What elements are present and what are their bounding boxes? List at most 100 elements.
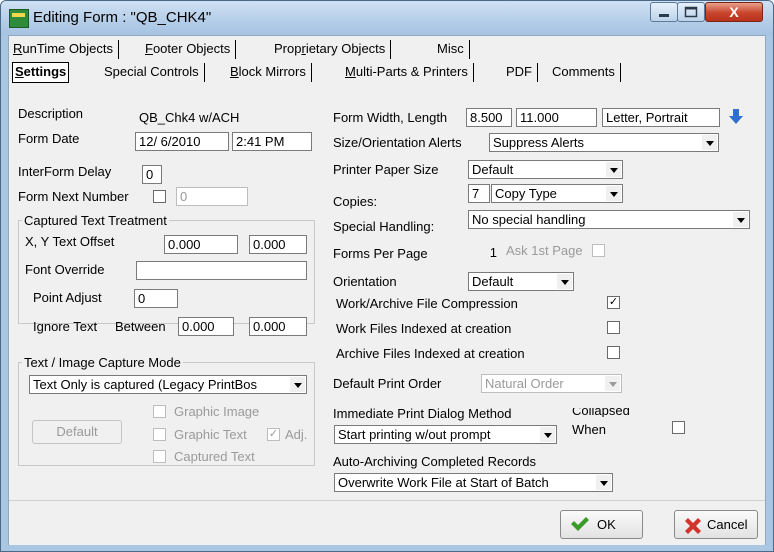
- form-width-field[interactable]: 8.500: [466, 108, 512, 127]
- dialog-client: RunTime Objects Footer Objects Proprieta…: [8, 35, 766, 545]
- tab-special-controls[interactable]: Special Controls: [104, 63, 205, 82]
- forms-per-page-field[interactable]: 1: [468, 243, 501, 262]
- immediate-print-value: Start printing w/out prompt: [338, 427, 491, 442]
- ignore-to-field[interactable]: 0.000: [249, 317, 307, 336]
- default-print-order-label: Default Print Order: [333, 376, 442, 391]
- immediate-print-label: Immediate Print Dialog Method: [333, 406, 512, 421]
- auto-archive-dropdown[interactable]: Overwrite Work File at Start of Batch: [334, 473, 613, 492]
- archive-indexed-checkbox[interactable]: [607, 346, 620, 359]
- tab-settings[interactable]: Settings: [12, 62, 70, 83]
- ignore-from-field[interactable]: 0.000: [178, 317, 234, 336]
- ok-label: OK: [597, 517, 616, 532]
- x-offset-field[interactable]: 0.000: [164, 235, 238, 254]
- form-next-number-field[interactable]: 0: [176, 187, 248, 206]
- form-length-field[interactable]: 11.000: [516, 108, 597, 127]
- tab-comments[interactable]: Comments: [552, 63, 621, 82]
- close-icon: X: [729, 4, 739, 20]
- description-label: Description: [18, 106, 84, 121]
- collapsed-label: Collapsed: [572, 408, 630, 417]
- form-date-label: Form Date: [18, 131, 80, 146]
- chevron-down-icon: [557, 274, 572, 289]
- default-button[interactable]: Default: [32, 420, 122, 444]
- minimize-icon: [659, 14, 669, 17]
- y-offset-field[interactable]: 0.000: [249, 235, 307, 254]
- copy-type-value: Copy Type: [495, 186, 557, 201]
- collapsed-when-checkbox[interactable]: [672, 421, 685, 434]
- chevron-down-icon: [606, 162, 621, 177]
- graphic-text-checkbox[interactable]: [153, 428, 166, 441]
- when-label: When: [572, 422, 606, 437]
- auto-archive-value: Overwrite Work File at Start of Batch: [338, 475, 549, 490]
- archive-indexed-label: Archive Files Indexed at creation: [336, 346, 525, 361]
- orientation-dropdown[interactable]: Default: [468, 272, 574, 291]
- chevron-down-icon: [290, 377, 305, 392]
- point-adjust-field[interactable]: 0: [134, 289, 178, 308]
- immediate-print-dropdown[interactable]: Start printing w/out prompt: [334, 425, 557, 444]
- forms-per-page-label: Forms Per Page: [333, 246, 428, 261]
- dialog-window: Editing Form : "QB_CHK4" X RunTime Objec…: [0, 0, 774, 552]
- special-handling-dropdown[interactable]: No special handling: [468, 210, 750, 229]
- font-override-field[interactable]: [136, 261, 307, 280]
- copies-field[interactable]: 7: [468, 184, 490, 203]
- form-time-field[interactable]: 2:41 PM: [232, 132, 312, 151]
- graphic-text-label: Graphic Text: [174, 427, 247, 442]
- ignore-text-label: Ignore Text: [33, 319, 98, 334]
- tab-pdf[interactable]: PDF: [506, 63, 538, 82]
- button-bar: OK Cancel: [9, 500, 765, 545]
- tab-runtime-objects[interactable]: RunTime Objects: [13, 40, 119, 59]
- size-alerts-label: Size/Orientation Alerts: [333, 135, 462, 150]
- font-override-label: Font Override: [25, 262, 105, 277]
- title-bar[interactable]: Editing Form : "QB_CHK4" X: [1, 1, 773, 35]
- ask-first-page-checkbox[interactable]: [592, 244, 605, 257]
- printer-paper-label: Printer Paper Size: [333, 162, 439, 177]
- default-print-order-dropdown[interactable]: Natural Order: [481, 374, 622, 393]
- captured-text-checkbox[interactable]: [153, 450, 166, 463]
- printer-paper-dropdown[interactable]: Default: [468, 160, 623, 179]
- form-next-number-checkbox[interactable]: [153, 190, 166, 203]
- work-compression-checkbox[interactable]: ✓: [607, 296, 620, 309]
- ok-button[interactable]: OK: [560, 510, 643, 539]
- tab-proprietary-objects[interactable]: Proprietary Objects: [274, 40, 392, 59]
- printer-paper-value: Default: [472, 162, 514, 177]
- close-button[interactable]: X: [705, 2, 763, 22]
- cancel-label: Cancel: [707, 517, 748, 532]
- tab-misc[interactable]: Misc: [437, 40, 470, 59]
- tab-multi-parts-printers[interactable]: Multi-Parts & Printers: [345, 63, 474, 82]
- paper-description-field[interactable]: Letter, Portrait: [602, 108, 720, 127]
- graphic-image-checkbox[interactable]: [153, 405, 166, 418]
- tab-footer-objects[interactable]: Footer Objects: [145, 40, 237, 59]
- between-label: Between: [115, 319, 166, 334]
- auto-archive-label: Auto-Archiving Completed Records: [333, 454, 537, 469]
- form-date-field[interactable]: 12/ 6/2010: [135, 132, 229, 151]
- capture-mode-value: Text Only is captured (Legacy PrintBos: [33, 377, 257, 392]
- point-adjust-label: Point Adjust: [33, 290, 102, 305]
- xy-offset-label: X, Y Text Offset: [25, 234, 115, 249]
- app-icon: [9, 9, 29, 28]
- capture-mode-dropdown[interactable]: Text Only is captured (Legacy PrintBos: [29, 375, 307, 394]
- tab-block-mirrors[interactable]: Block Mirrors: [230, 63, 312, 82]
- cancel-button[interactable]: Cancel: [674, 510, 758, 539]
- maximize-button[interactable]: [677, 2, 705, 22]
- arrow-down-icon: [729, 109, 743, 124]
- default-print-order-value: Natural Order: [485, 376, 564, 391]
- orientation-value: Default: [472, 274, 514, 289]
- work-indexed-label: Work Files Indexed at creation: [336, 321, 512, 336]
- description-field[interactable]: QB_Chk4 w/ACH: [135, 108, 321, 127]
- special-handling-value: No special handling: [472, 212, 586, 227]
- copies-label: Copies:: [333, 194, 378, 209]
- window-title: Editing Form : "QB_CHK4": [33, 9, 212, 26]
- work-indexed-checkbox[interactable]: [607, 321, 620, 334]
- copy-type-dropdown[interactable]: Copy Type: [491, 184, 623, 203]
- paper-size-button[interactable]: [724, 106, 748, 127]
- orientation-label: Orientation: [333, 274, 397, 289]
- captured-text-group-title: Captured Text Treatment: [22, 213, 169, 228]
- minimize-button[interactable]: [650, 2, 678, 22]
- ask-first-page-label: Ask 1st Page: [506, 243, 583, 258]
- size-alerts-dropdown[interactable]: Suppress Alerts: [489, 133, 719, 152]
- graphic-image-label: Graphic Image: [174, 404, 260, 419]
- maximize-icon: [684, 6, 698, 18]
- chevron-down-icon: [605, 376, 620, 391]
- size-alerts-value: Suppress Alerts: [493, 135, 585, 150]
- adj-checkbox[interactable]: ✓: [267, 428, 280, 441]
- interform-delay-field[interactable]: 0: [142, 165, 162, 184]
